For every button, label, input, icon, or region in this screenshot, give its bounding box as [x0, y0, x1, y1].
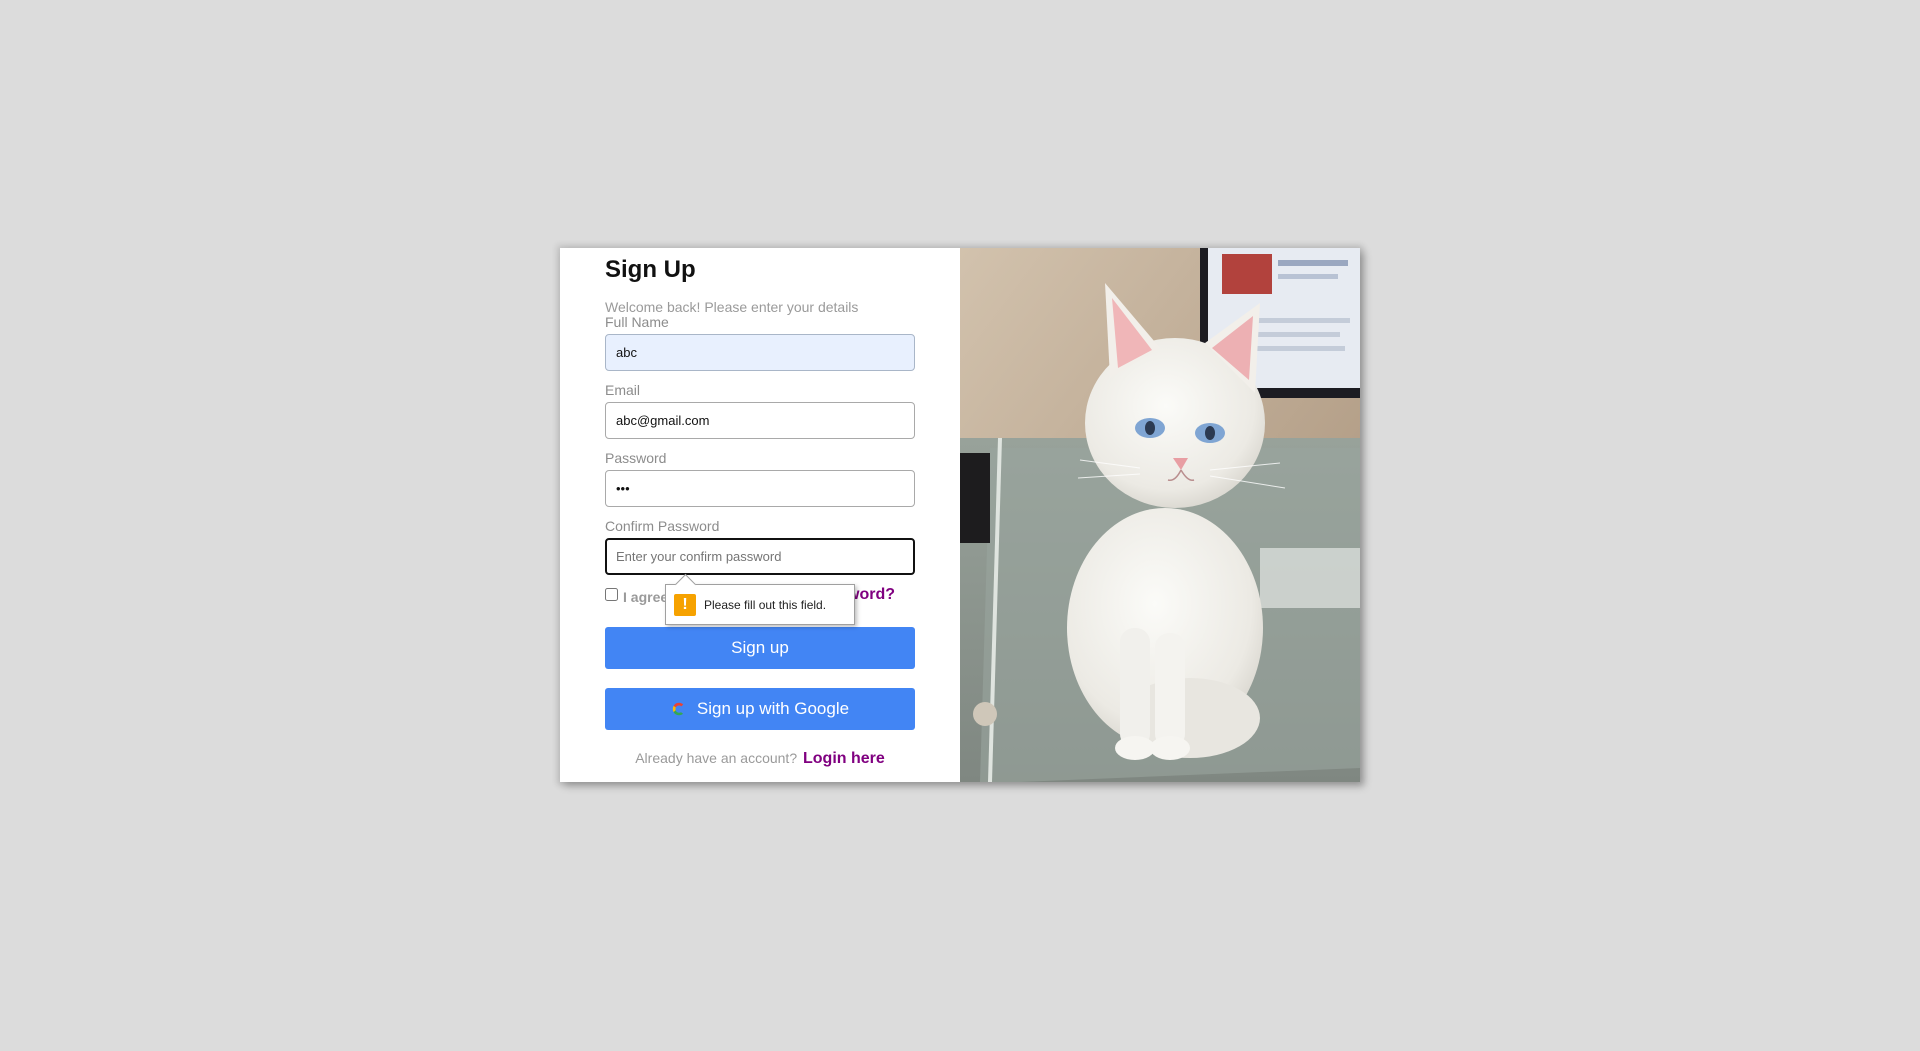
signup-card: Sign Up Welcome back! Please enter your … [560, 248, 1360, 782]
login-prompt: Already have an account? [635, 750, 798, 766]
signup-form: Sign Up Welcome back! Please enter your … [560, 248, 960, 782]
cat-photo [960, 248, 1360, 782]
warning-icon: ! [674, 593, 696, 616]
tooltip-message: Please fill out this field. [704, 597, 827, 612]
login-link[interactable]: Login here [803, 750, 885, 767]
password-input[interactable] [605, 470, 915, 507]
google-sign-up-button[interactable]: Sign up with Google [605, 688, 915, 730]
google-icon [672, 702, 685, 716]
confirm-password-input[interactable] [605, 538, 915, 575]
validation-tooltip: ! Please fill out this field. [665, 573, 855, 625]
full-name-label: Full Name [605, 314, 669, 330]
email-input[interactable] [605, 402, 915, 439]
agree-label: I agree [623, 589, 669, 605]
cat-photo-illustration [960, 248, 1360, 782]
confirm-password-label: Confirm Password [605, 518, 720, 534]
login-row: Already have an account? Login here [560, 750, 960, 768]
email-label: Email [605, 382, 641, 398]
subtitle: Welcome back! Please enter your details [605, 299, 859, 315]
full-name-input[interactable] [605, 334, 915, 371]
sign-up-button[interactable]: Sign up [605, 627, 915, 669]
sign-up-button-label: Sign up [731, 638, 789, 657]
password-label: Password [605, 450, 667, 466]
page-title: Sign Up [605, 256, 696, 283]
tooltip-arrow [674, 573, 697, 596]
agree-checkbox[interactable] [605, 588, 618, 601]
google-sign-up-label: Sign up with Google [696, 699, 850, 718]
